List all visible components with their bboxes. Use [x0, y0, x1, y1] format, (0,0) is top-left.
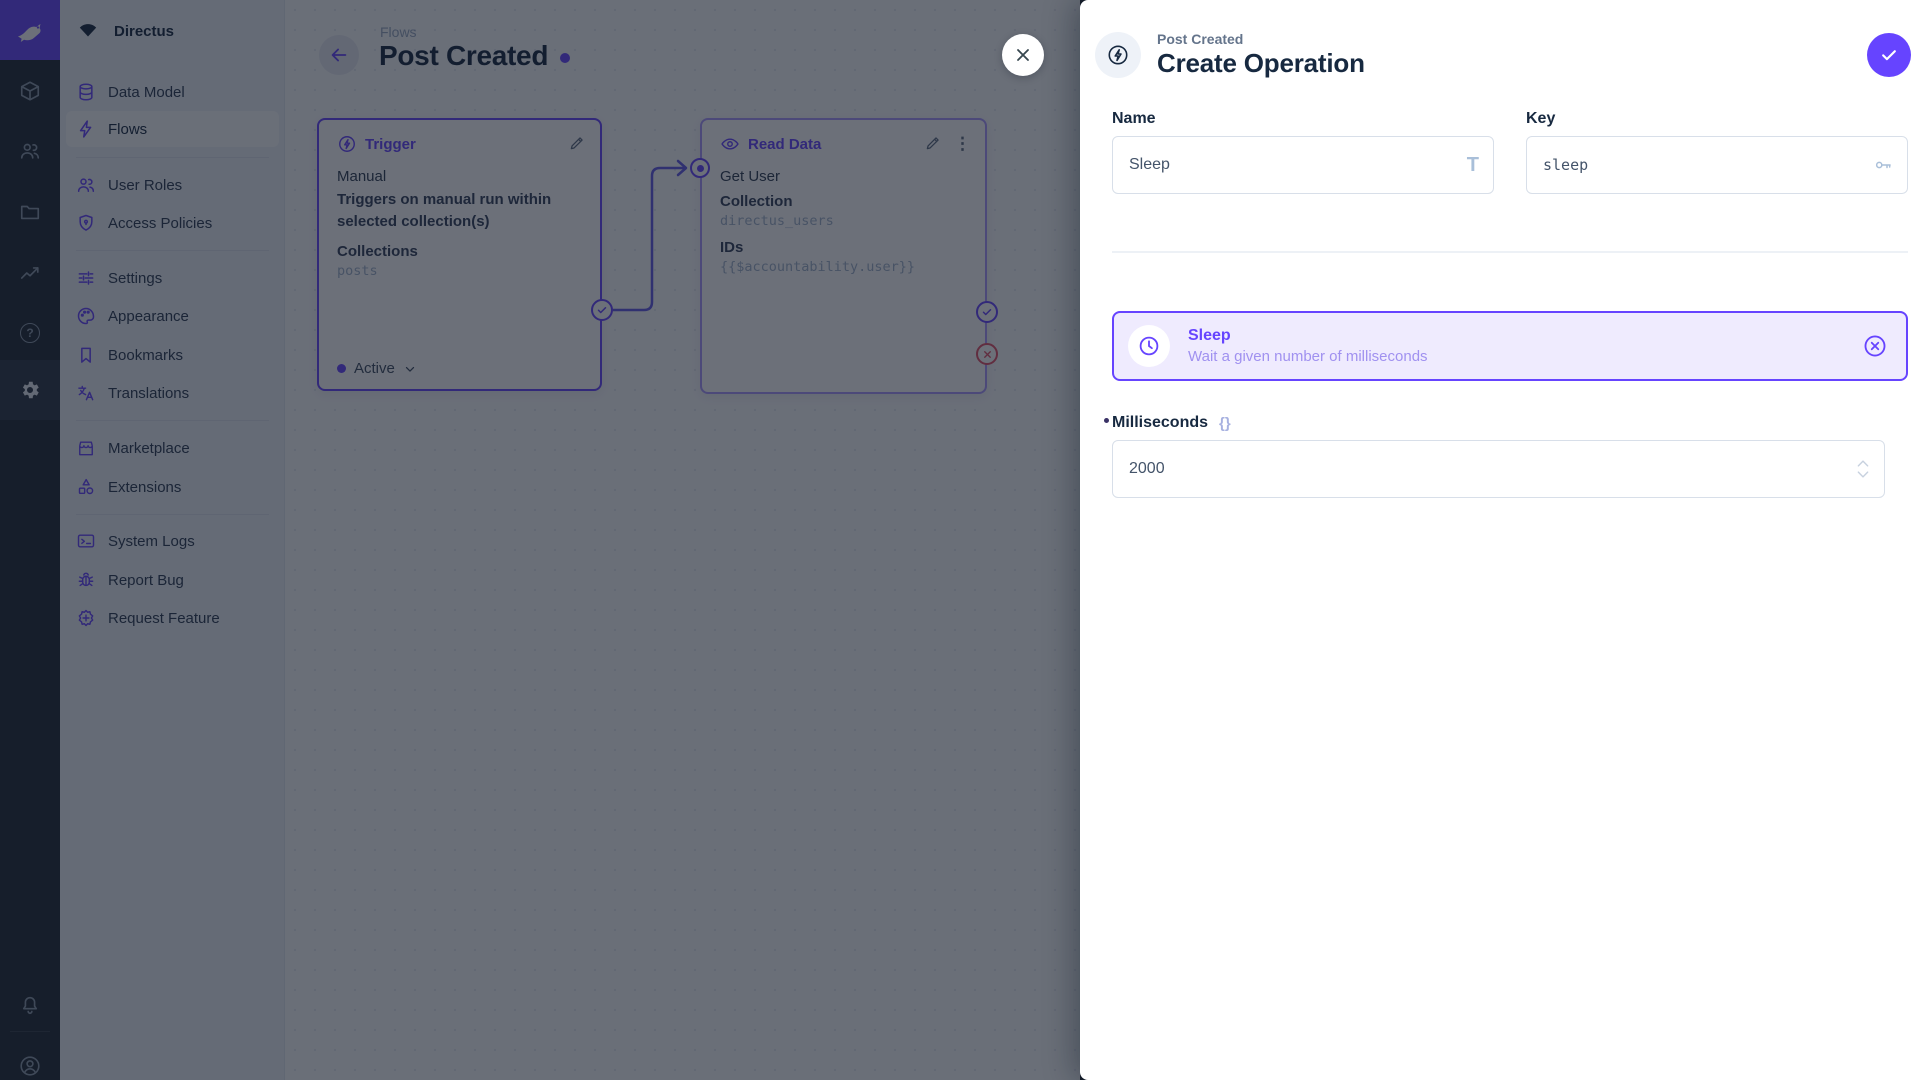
sleep-clock-icon — [1128, 325, 1170, 367]
name-label: Name — [1112, 110, 1156, 127]
number-stepper[interactable] — [1856, 459, 1870, 479]
app-root: ? Directus Data Model Flows User — [0, 0, 1920, 1080]
operation-type-name: Sleep — [1188, 327, 1231, 344]
raw-value-braces-icon[interactable]: {} — [1219, 415, 1231, 432]
close-button[interactable] — [1002, 34, 1044, 76]
deselect-operation-button[interactable] — [1862, 333, 1888, 359]
title-formatter-icon: T — [1466, 153, 1479, 176]
key-icon — [1873, 155, 1893, 175]
key-input[interactable]: sleep — [1526, 136, 1908, 194]
close-icon — [1017, 49, 1029, 61]
milliseconds-label: Milliseconds — [1112, 414, 1209, 431]
name-value: Sleep — [1129, 156, 1170, 173]
key-label: Key — [1526, 110, 1556, 127]
milliseconds-value: 2000 — [1129, 460, 1165, 477]
required-dot — [1104, 418, 1109, 423]
create-operation-drawer: Post Created Create Operation Name Sleep… — [1002, 0, 1920, 1080]
operation-header-icon — [1095, 32, 1141, 78]
drawer-divider — [1112, 251, 1908, 253]
circled-x-icon — [1864, 335, 1886, 357]
save-button[interactable] — [1867, 33, 1911, 77]
selected-operation-card[interactable]: Sleep Wait a given number of millisecond… — [1112, 311, 1908, 381]
drawer-title: Create Operation — [1157, 48, 1365, 78]
name-input[interactable]: Sleep T — [1112, 136, 1494, 194]
key-value: sleep — [1543, 156, 1589, 174]
check-icon — [1882, 50, 1896, 61]
stepper-down-icon[interactable] — [1856, 470, 1870, 479]
drawer-breadcrumb: Post Created — [1157, 31, 1244, 47]
operation-type-description: Wait a given number of milliseconds — [1188, 348, 1428, 365]
milliseconds-input[interactable]: 2000 — [1112, 440, 1885, 498]
stepper-up-icon[interactable] — [1856, 459, 1870, 468]
